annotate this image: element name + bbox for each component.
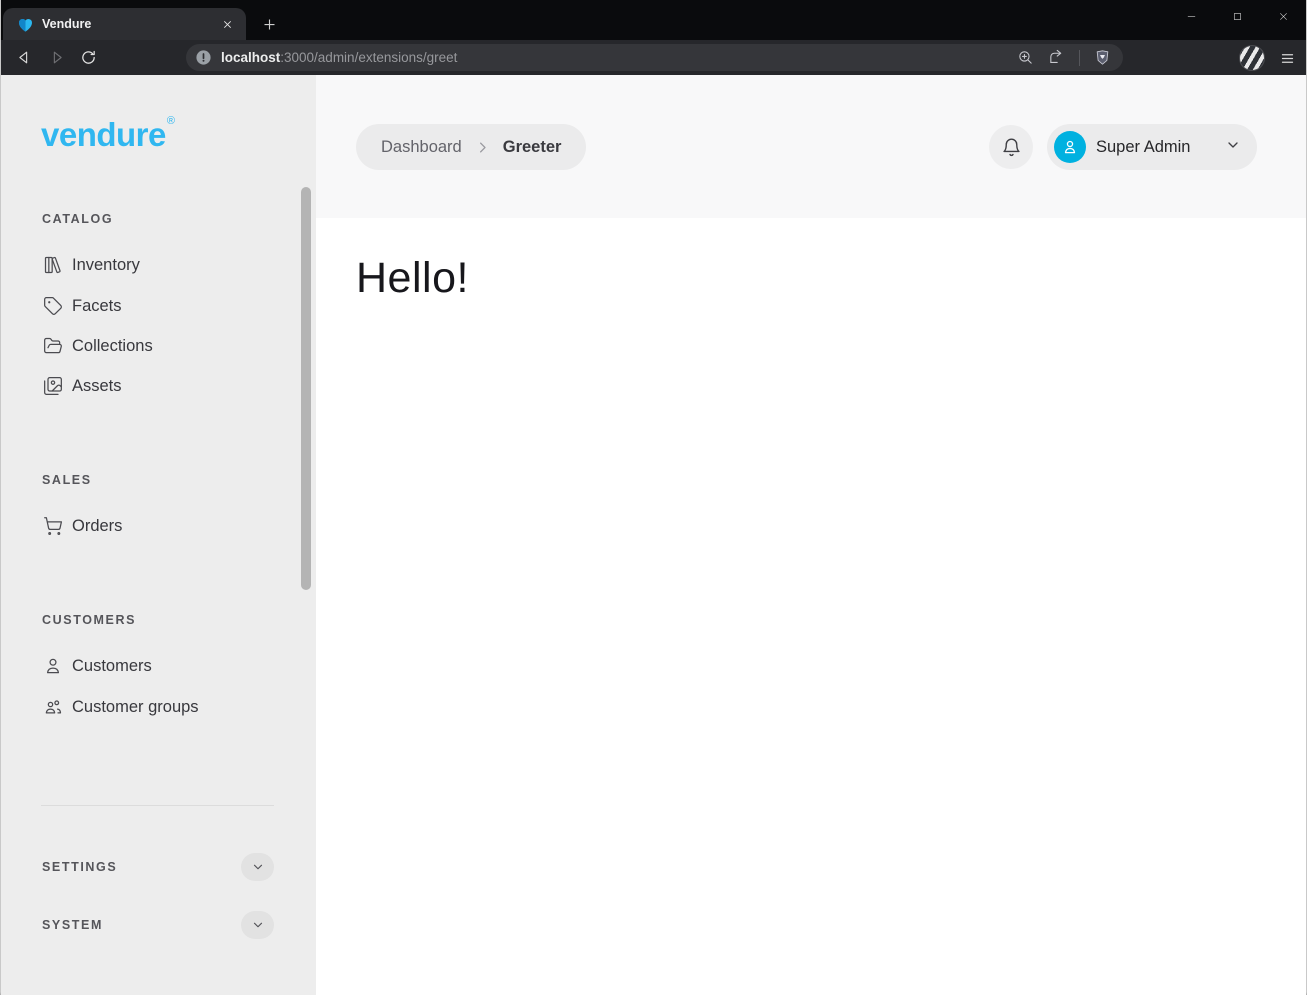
window-controls	[1168, 0, 1306, 32]
sidebar-item-label: Customer groups	[72, 698, 199, 717]
sidebar-item-label: Orders	[72, 517, 122, 536]
tab-strip: Vendure	[1, 0, 1306, 40]
bell-icon	[1001, 137, 1022, 158]
notifications-button[interactable]	[989, 125, 1033, 169]
sidebar: vendure® CATALOG Inventory Facets Collec…	[1, 75, 316, 995]
page-header: Dashboard Greeter Super Admin	[316, 75, 1306, 218]
reload-icon	[80, 49, 97, 66]
folder-open-icon	[43, 336, 63, 356]
chevron-down-icon	[251, 918, 265, 932]
shopping-cart-icon	[43, 516, 63, 536]
vendure-favicon-icon	[16, 15, 35, 34]
tab-title: Vendure	[42, 17, 218, 31]
section-header-catalog: CATALOG	[42, 212, 113, 226]
sidebar-section-settings[interactable]: SETTINGS	[42, 852, 274, 882]
section-header-settings: SETTINGS	[42, 860, 117, 874]
section-header-system: SYSTEM	[42, 918, 103, 932]
share-icon[interactable]	[1048, 49, 1065, 66]
user-avatar	[1054, 131, 1086, 163]
back-button[interactable]	[8, 43, 40, 72]
plus-icon	[262, 17, 277, 32]
new-tab-button[interactable]	[257, 12, 281, 36]
main-area: Dashboard Greeter Super Admin	[316, 75, 1306, 995]
system-expand-button[interactable]	[241, 911, 274, 939]
maximize-button[interactable]	[1214, 0, 1260, 32]
sidebar-item-label: Assets	[72, 377, 122, 396]
url-text: localhost:3000/admin/extensions/greet	[221, 50, 1017, 65]
browser-profile-avatar[interactable]	[1239, 45, 1265, 71]
address-bar[interactable]: localhost:3000/admin/extensions/greet	[186, 44, 1123, 71]
section-header-customers: CUSTOMERS	[42, 613, 136, 627]
hamburger-icon	[1280, 51, 1295, 66]
tab-close-icon[interactable]	[218, 15, 236, 33]
sidebar-item-label: Inventory	[72, 256, 140, 275]
images-icon	[43, 376, 63, 396]
sidebar-item-label: Facets	[72, 297, 122, 316]
page-body: Hello!	[316, 218, 1306, 303]
back-icon	[16, 49, 33, 66]
chevron-down-icon	[1225, 137, 1241, 158]
forward-button[interactable]	[40, 43, 72, 72]
settings-expand-button[interactable]	[241, 853, 274, 881]
browser-window: Vendure lo	[0, 0, 1307, 995]
brave-shield-icon[interactable]	[1094, 49, 1111, 66]
reload-button[interactable]	[72, 43, 104, 72]
browser-menu-button[interactable]	[1275, 45, 1299, 71]
sidebar-section-system[interactable]: SYSTEM	[42, 910, 274, 940]
chevron-right-icon	[475, 140, 490, 155]
users-icon	[43, 697, 63, 717]
breadcrumb: Dashboard Greeter	[356, 124, 586, 170]
toolbar-divider	[1079, 50, 1080, 66]
sidebar-item-inventory[interactable]: Inventory	[1, 251, 291, 279]
sidebar-item-assets[interactable]: Assets	[1, 372, 291, 400]
user-menu-button[interactable]: Super Admin	[1047, 124, 1257, 170]
user-icon	[43, 656, 63, 676]
sidebar-item-orders[interactable]: Orders	[1, 512, 291, 540]
user-name: Super Admin	[1096, 138, 1225, 157]
user-icon	[1061, 138, 1079, 156]
sidebar-item-customer-groups[interactable]: Customer groups	[1, 693, 291, 721]
library-icon	[43, 255, 63, 275]
sidebar-item-facets[interactable]: Facets	[1, 292, 291, 320]
browser-toolbar: localhost:3000/admin/extensions/greet	[1, 40, 1306, 75]
sidebar-scrollbar[interactable]	[301, 187, 311, 590]
close-window-button[interactable]	[1260, 0, 1306, 32]
greeting-text: Hello!	[356, 254, 1306, 303]
sidebar-divider	[41, 805, 274, 806]
sidebar-item-label: Collections	[72, 337, 153, 356]
breadcrumb-current: Greeter	[503, 138, 562, 157]
browser-tab-vendure[interactable]: Vendure	[3, 8, 246, 40]
vendure-logo: vendure®	[41, 115, 174, 154]
breadcrumb-dashboard[interactable]: Dashboard	[381, 138, 462, 157]
section-header-sales: SALES	[42, 473, 92, 487]
forward-icon	[48, 49, 65, 66]
site-info-icon[interactable]	[195, 49, 212, 66]
sidebar-item-label: Customers	[72, 657, 152, 676]
tag-icon	[43, 296, 63, 316]
sidebar-item-customers[interactable]: Customers	[1, 652, 291, 680]
chevron-down-icon	[251, 860, 265, 874]
zoom-icon[interactable]	[1017, 49, 1034, 66]
sidebar-item-collections[interactable]: Collections	[1, 332, 291, 360]
minimize-button[interactable]	[1168, 0, 1214, 32]
